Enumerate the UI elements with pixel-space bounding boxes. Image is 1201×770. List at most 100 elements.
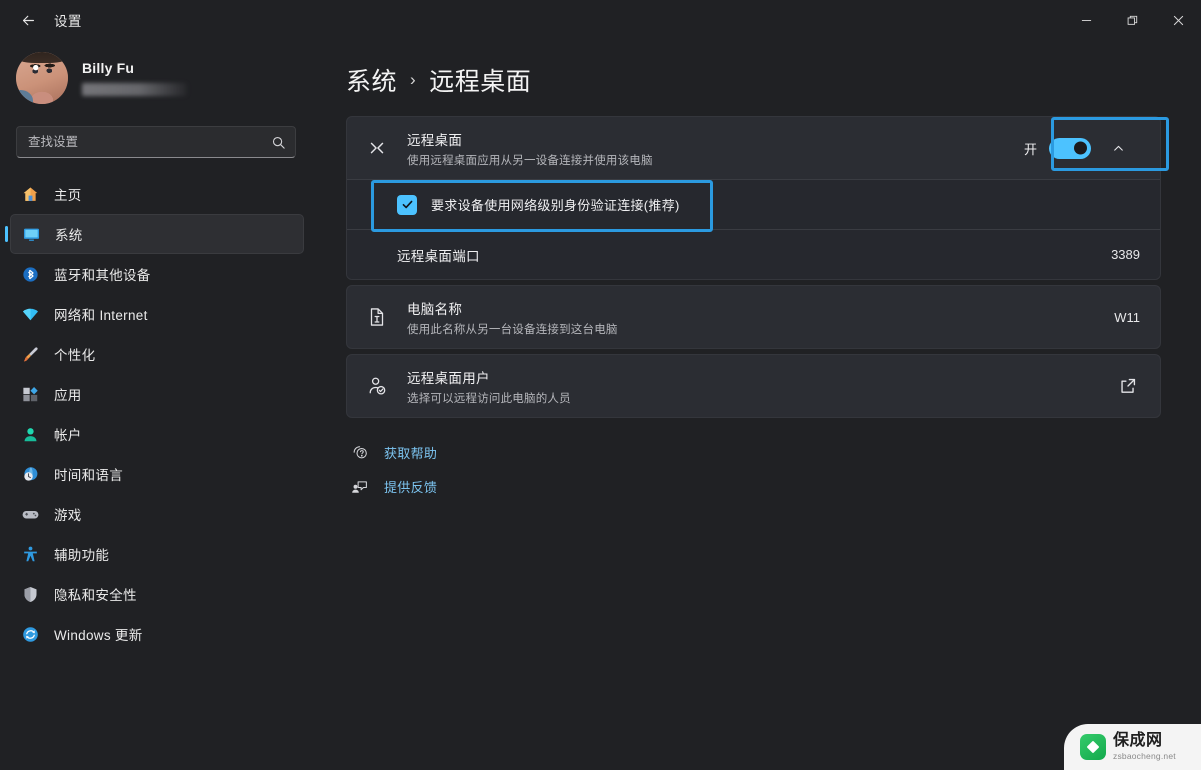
give-feedback-link[interactable]: 提供反馈 xyxy=(350,476,1161,496)
home-icon xyxy=(20,184,40,204)
feedback-icon xyxy=(350,476,370,496)
sidebar-item-personalization[interactable]: 个性化 xyxy=(10,334,304,374)
settings-window: 设置 Billy Fu 查找设置 主页 系统 蓝牙和其他设备 网络和 Inter… xyxy=(0,0,1201,770)
back-button[interactable] xyxy=(8,4,48,36)
account-icon xyxy=(20,424,40,444)
update-icon xyxy=(20,624,40,644)
breadcrumb-separator: › xyxy=(410,70,417,89)
sidebar-label: 网络和 Internet xyxy=(54,308,148,323)
sidebar-item-bluetooth[interactable]: 蓝牙和其他设备 xyxy=(10,254,304,294)
remote-desktop-row[interactable]: 远程桌面 使用远程桌面应用从另一设备连接并使用该电脑 开 xyxy=(347,117,1160,179)
port-label: 远程桌面端口 xyxy=(397,248,480,264)
give-feedback-label: 提供反馈 xyxy=(384,479,438,495)
sidebar-label: 帐户 xyxy=(54,428,82,443)
maximize-button[interactable] xyxy=(1109,0,1155,40)
sidebar-label: Windows 更新 xyxy=(54,628,143,643)
sidebar: Billy Fu 主页 xyxy=(0,40,320,770)
chevron-up-icon xyxy=(1113,145,1123,151)
breadcrumb-current: 远程桌面 xyxy=(429,68,532,96)
get-help-label: 获取帮助 xyxy=(384,445,438,461)
content-pane: 系统 › 远程桌面 远程桌面 使用远程桌面应用从另一设备连接并使用该电脑 开 要… xyxy=(320,40,1201,770)
pc-name-subtitle: 使用此名称从另一台设备连接到这台电脑 xyxy=(407,323,618,336)
accessibility-icon xyxy=(20,544,40,564)
pc-name-card[interactable]: 电脑名称 使用此名称从另一台设备连接到这台电脑 W11 xyxy=(346,285,1161,349)
sidebar-item-system[interactable]: 系统 xyxy=(10,214,304,254)
pc-name-value: W11 xyxy=(1114,309,1140,325)
remote-desktop-text: 远程桌面 使用远程桌面应用从另一设备连接并使用该电脑 xyxy=(407,129,996,168)
window-title: 设置 xyxy=(54,14,82,29)
pc-name-text: 电脑名称 使用此名称从另一台设备连接到这台电脑 xyxy=(407,298,1098,337)
profile-email-redacted xyxy=(82,83,187,96)
checkmark-icon xyxy=(402,200,412,209)
remote-desktop-users-row[interactable]: 远程桌面用户 选择可以远程访问此电脑的人员 xyxy=(347,355,1160,417)
remote-desktop-users-title: 远程桌面用户 xyxy=(407,370,490,386)
sidebar-item-network[interactable]: 网络和 Internet xyxy=(10,294,304,334)
remote-desktop-subtitle: 使用远程桌面应用从另一设备连接并使用该电脑 xyxy=(407,154,653,167)
minimize-button[interactable] xyxy=(1063,0,1109,40)
breadcrumb-parent[interactable]: 系统 xyxy=(346,62,397,98)
sidebar-item-gaming[interactable]: 游戏 xyxy=(10,494,304,534)
sidebar-item-privacy-security[interactable]: 隐私和安全性 xyxy=(10,574,304,614)
apps-icon xyxy=(20,384,40,404)
avatar xyxy=(16,52,68,104)
sidebar-item-accounts[interactable]: 帐户 xyxy=(10,414,304,454)
nla-checkbox[interactable] xyxy=(397,194,417,215)
sidebar-label: 系统 xyxy=(55,228,83,243)
clock-globe-icon xyxy=(20,464,40,484)
pc-name-title: 电脑名称 xyxy=(407,301,463,317)
open-external-button[interactable] xyxy=(1114,375,1142,397)
sidebar-item-apps[interactable]: 应用 xyxy=(10,374,304,414)
sidebar-label: 时间和语言 xyxy=(54,468,123,483)
external-link-icon xyxy=(1121,378,1136,393)
help-links: 获取帮助 提供反馈 xyxy=(326,418,1161,496)
search-box[interactable] xyxy=(16,126,296,158)
sidebar-label: 应用 xyxy=(54,388,82,403)
sidebar-label: 辅助功能 xyxy=(54,548,110,563)
brush-icon xyxy=(20,344,40,364)
profile-text: Billy Fu xyxy=(82,60,187,96)
sidebar-item-accessibility[interactable]: 辅助功能 xyxy=(10,534,304,574)
port-value: 3389 xyxy=(1111,247,1140,262)
remote-desktop-title: 远程桌面 xyxy=(407,132,463,148)
close-button[interactable] xyxy=(1155,0,1201,40)
avatar-hair xyxy=(16,52,68,64)
sidebar-item-home[interactable]: 主页 xyxy=(10,174,304,214)
sidebar-label: 隐私和安全性 xyxy=(54,588,137,603)
sidebar-item-windows-update[interactable]: Windows 更新 xyxy=(10,614,304,654)
window-body: Billy Fu 主页 xyxy=(0,40,1201,770)
restore-icon xyxy=(1127,15,1137,25)
close-icon xyxy=(1173,15,1183,25)
remote-desktop-users-text: 远程桌面用户 选择可以远程访问此电脑的人员 xyxy=(407,367,1098,406)
user-profile[interactable]: Billy Fu xyxy=(0,40,304,118)
remote-desktop-users-subtitle: 选择可以远程访问此电脑的人员 xyxy=(407,392,571,405)
navigation-list: 主页 系统 蓝牙和其他设备 网络和 Internet 个性化 应用 帐户 时间和… xyxy=(0,174,304,654)
search-icon xyxy=(272,136,285,149)
nla-label: 要求设备使用网络级别身份验证连接(推荐) xyxy=(431,198,680,213)
remote-desktop-toggle[interactable] xyxy=(1049,137,1091,159)
rename-document-icon xyxy=(363,306,391,328)
window-controls xyxy=(1063,0,1201,40)
watermark-name: 保成网 xyxy=(1113,732,1163,750)
remote-desktop-icon xyxy=(363,137,391,159)
shield-logo-icon xyxy=(1080,734,1106,760)
title-bar: 设置 xyxy=(0,0,1201,40)
get-help-link[interactable]: 获取帮助 xyxy=(350,442,1161,462)
watermark: 保成网 zsbaocheng.net xyxy=(1064,724,1201,770)
remote-desktop-users-card[interactable]: 远程桌面用户 选择可以远程访问此电脑的人员 xyxy=(346,354,1161,418)
arrow-left-icon xyxy=(22,15,34,25)
expand-collapse-button[interactable] xyxy=(1103,135,1133,161)
bluetooth-icon xyxy=(20,264,40,284)
system-monitor-icon xyxy=(21,224,41,244)
toggle-knob xyxy=(1074,141,1087,155)
sidebar-label: 蓝牙和其他设备 xyxy=(54,268,151,283)
sidebar-item-time-language[interactable]: 时间和语言 xyxy=(10,454,304,494)
profile-name: Billy Fu xyxy=(82,60,135,76)
pc-name-row[interactable]: 电脑名称 使用此名称从另一台设备连接到这台电脑 W11 xyxy=(347,286,1160,348)
minimize-icon xyxy=(1081,19,1091,21)
remote-desktop-card: 远程桌面 使用远程桌面应用从另一设备连接并使用该电脑 开 要求设备使用网络级别身… xyxy=(346,116,1161,280)
help-icon xyxy=(350,442,370,462)
user-check-icon xyxy=(363,375,391,397)
nla-checkbox-row[interactable]: 要求设备使用网络级别身份验证连接(推荐) xyxy=(347,179,1160,229)
search-input[interactable] xyxy=(28,135,271,149)
gamepad-icon xyxy=(20,504,40,524)
